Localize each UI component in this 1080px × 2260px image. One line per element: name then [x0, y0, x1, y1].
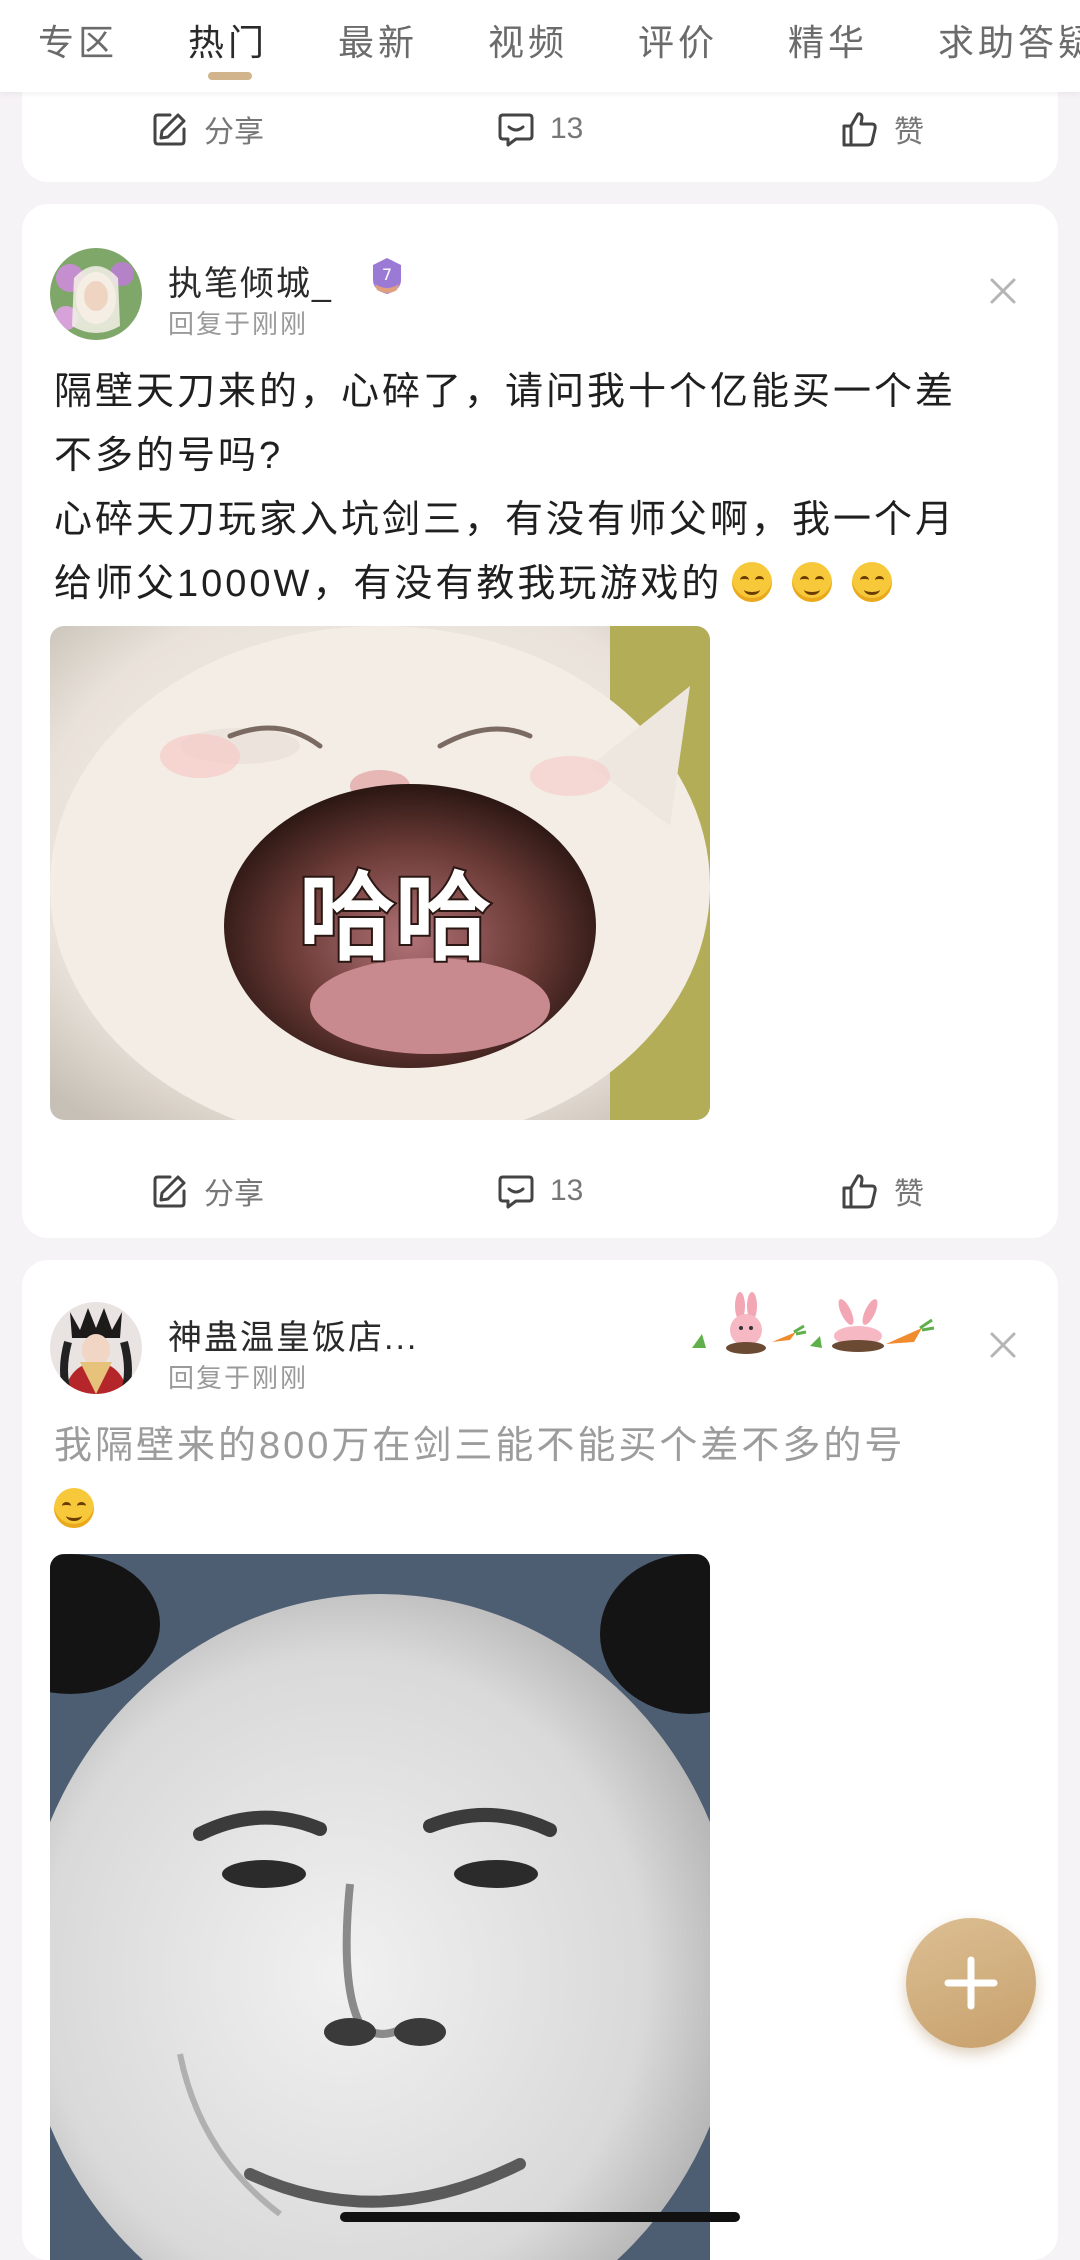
- reply-time: 回复于刚刚: [168, 309, 309, 339]
- close-icon[interactable]: [988, 1330, 1018, 1360]
- thumbs-up-icon: [842, 1174, 877, 1209]
- like-label: 赞: [894, 116, 924, 149]
- smile-emoji-icon: [54, 1488, 94, 1528]
- comment-count: 13: [550, 1174, 584, 1207]
- avatar[interactable]: [50, 248, 142, 340]
- like-label: 赞: [894, 1178, 924, 1211]
- post-text-line: 给师父1000W，有没有教我玩游戏的: [54, 563, 723, 605]
- post-image-panda-face[interactable]: [50, 1554, 710, 2260]
- post-text-line: 心碎天刀玩家入坑剑三，有没有师父啊，我一个月: [54, 499, 957, 541]
- post-text-line: 不多的号吗?: [54, 435, 284, 477]
- post-body: 我隔壁来的800万在剑三能不能买个差不多的号: [54, 1414, 1044, 1542]
- smile-emoji-icon: [852, 562, 893, 602]
- tab-video[interactable]: 视频: [488, 14, 568, 66]
- comment-button[interactable]: 13: [496, 94, 583, 164]
- avatar-image: [50, 248, 142, 340]
- tab-zone[interactable]: 专区: [38, 14, 118, 66]
- tab-hot[interactable]: 热门: [188, 14, 268, 66]
- post-body: 隔壁天刀来的，心碎了，请问我十个亿能买一个差 不多的号吗? 心碎天刀玩家入坑剑三…: [54, 360, 1044, 616]
- level-number: 7: [382, 265, 392, 284]
- home-indicator[interactable]: [340, 2212, 740, 2222]
- reply-time: 回复于刚刚: [168, 1363, 309, 1393]
- tab-featured[interactable]: 精华: [788, 14, 868, 66]
- create-post-button[interactable]: [906, 1918, 1036, 2048]
- comment-icon: [498, 1175, 534, 1209]
- smile-emoji-icon: [732, 562, 773, 602]
- share-button[interactable]: 分享: [150, 94, 264, 164]
- tab-latest[interactable]: 最新: [338, 14, 418, 66]
- share-button[interactable]: 分享: [150, 1156, 264, 1226]
- close-icon[interactable]: [988, 276, 1018, 306]
- post-text-line-with-emoji: [54, 1478, 1044, 1542]
- active-tab-indicator: [208, 72, 252, 80]
- username[interactable]: 执笔倾城_: [168, 256, 333, 305]
- plus-icon: [944, 1956, 998, 2010]
- thumbs-up-icon: [842, 112, 877, 147]
- share-icon: [153, 1175, 186, 1208]
- post-card[interactable]: 执笔倾城_ 7 回复于刚刚 隔壁天刀来的，心碎了，请问我十个亿能买一个差 不多的…: [22, 204, 1058, 1238]
- tab-help[interactable]: 求助答疑: [938, 14, 1080, 66]
- smile-emoji-icon: [792, 562, 833, 602]
- rabbit-carrot-decoration-icon: [692, 1292, 935, 1354]
- comment-button[interactable]: 13: [496, 1156, 583, 1226]
- avatar-image: [50, 1302, 142, 1394]
- share-label: 分享: [204, 1178, 264, 1211]
- tab-review[interactable]: 评价: [638, 14, 718, 66]
- level-badge: 7: [370, 256, 404, 296]
- share-icon: [153, 113, 186, 146]
- post-text-line: 隔壁天刀来的，心碎了，请问我十个亿能买一个差: [54, 371, 957, 413]
- avatar[interactable]: [50, 1302, 142, 1394]
- comment-icon: [498, 113, 534, 147]
- like-button[interactable]: 赞: [840, 1156, 924, 1226]
- comment-count: 13: [550, 112, 584, 145]
- username[interactable]: 神蛊温皇饭店...: [168, 1310, 418, 1359]
- action-bar: 分享 13 赞: [22, 1156, 1058, 1226]
- share-label: 分享: [204, 116, 264, 149]
- action-bar: 分享 13 赞: [22, 94, 1058, 164]
- post-card[interactable]: 神蛊温皇饭店... 回复于刚刚 我隔壁来的800万在剑三能不能买个差不多的号: [22, 1260, 1058, 2260]
- like-button[interactable]: 赞: [840, 94, 924, 164]
- image-caption-text: 哈哈: [299, 862, 491, 974]
- tab-bar: 专区 热门 最新 视频 评价 精华 求助答疑: [0, 0, 1080, 92]
- post-image-laughing-cat[interactable]: 哈哈: [50, 626, 710, 1120]
- post-text-line: 我隔壁来的800万在剑三能不能买个差不多的号: [54, 1425, 906, 1467]
- post-text-line-with-emoji: 给师父1000W，有没有教我玩游戏的: [54, 552, 1044, 616]
